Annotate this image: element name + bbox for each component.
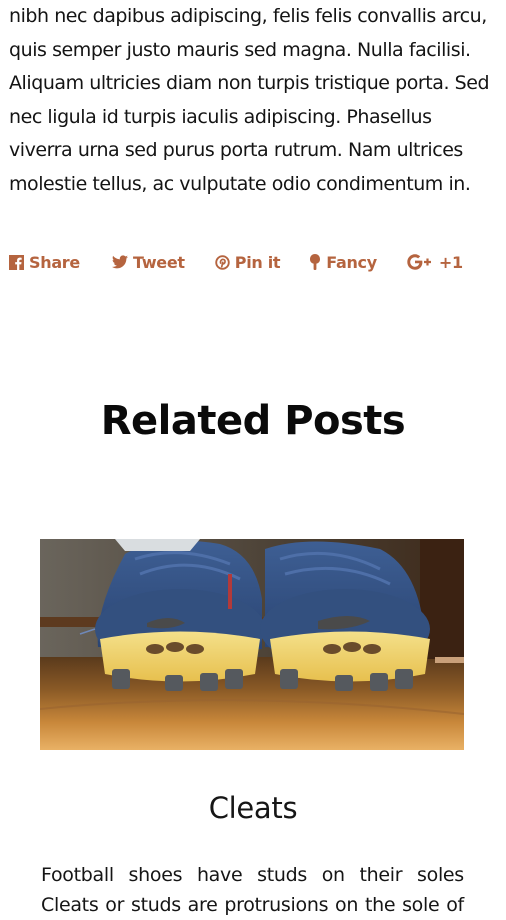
share-twitter-button[interactable]: Tweet <box>111 252 185 272</box>
google-plus-icon <box>407 254 433 270</box>
share-fancy-label: Fancy <box>326 252 377 272</box>
excerpt-word: or <box>105 894 125 916</box>
excerpt-line: Cleats or studs are protrusions on the sole of <box>41 890 464 920</box>
article-body: nibh nec dapibus adipiscing, felis felis… <box>9 0 501 201</box>
share-twitter-label: Tweet <box>132 252 185 272</box>
excerpt-word: are <box>187 894 218 916</box>
fancy-icon <box>310 254 321 270</box>
excerpt-word: shoes <box>128 864 183 886</box>
related-posts-heading: Related Posts <box>100 398 406 444</box>
share-bar: Share Tweet Pin it Fancy +1 <box>9 249 463 275</box>
excerpt-line: Football shoes have studs on their soles <box>41 860 464 890</box>
excerpt-word: on <box>335 894 359 916</box>
article-line: molestie tellus, ac vulputate odio condi… <box>9 172 471 195</box>
share-facebook-label: Share <box>29 252 80 272</box>
facebook-icon <box>9 254 24 270</box>
related-post-image[interactable] <box>40 539 464 750</box>
cleats-photo <box>40 539 464 750</box>
excerpt-word: Football <box>41 864 114 886</box>
excerpt-word: sole <box>402 894 440 916</box>
pinterest-icon <box>215 254 230 270</box>
article-line: nibh nec dapibus adipiscing, felis felis… <box>9 5 487 27</box>
twitter-icon <box>111 255 128 269</box>
share-fancy-button[interactable]: Fancy <box>310 253 377 272</box>
excerpt-word: protrusions <box>224 894 329 916</box>
excerpt-word: of <box>446 894 464 916</box>
share-google-plus-button[interactable]: +1 <box>407 253 463 272</box>
related-post-card[interactable] <box>40 539 464 750</box>
excerpt-word: their <box>359 864 403 886</box>
related-post-title[interactable]: Cleats <box>0 791 506 825</box>
share-pinterest-button[interactable]: Pin it <box>215 253 281 272</box>
article-line: quis semper justo mauris sed magna. Null… <box>9 38 471 61</box>
excerpt-word: Cleats <box>41 894 99 916</box>
excerpt-word: studs <box>257 864 307 886</box>
excerpt-word: on <box>321 864 345 886</box>
excerpt-word: soles <box>417 864 464 886</box>
excerpt-word: the <box>364 894 396 916</box>
article-line: nec ligula id turpis iaculis adipiscing.… <box>9 105 432 128</box>
share-google-plus-label: +1 <box>438 252 463 272</box>
share-pinterest-label: Pin it <box>234 252 281 272</box>
article-line: Aliquam ultricies diam non turpis tristi… <box>9 72 490 94</box>
excerpt-word: studs <box>130 894 181 916</box>
share-facebook-button[interactable]: Share <box>9 253 80 272</box>
excerpt-word: have <box>196 864 243 886</box>
related-post-excerpt: Football shoes have studs on their soles Cleat… <box>41 860 464 920</box>
article-line: viverra urna sed purus porta rutrum. Nam… <box>9 139 463 161</box>
